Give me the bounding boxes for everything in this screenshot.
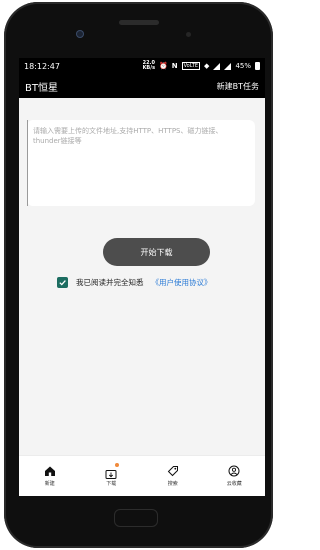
agree-text: 我已阅读并完全知悉 <box>76 278 144 287</box>
new-bt-task-button[interactable]: 新建BT任务 <box>217 81 259 92</box>
tag-icon <box>167 466 178 477</box>
tab-cloud[interactable]: 云收藏 <box>204 456 266 496</box>
tab-label: 搜索 <box>167 481 178 487</box>
screen: 18:12:47 22.0 KB/s ⏰ N VoLTE ◆ 45% BT恒星 … <box>19 58 265 496</box>
user-circle-icon <box>228 465 240 477</box>
battery-icon <box>255 62 260 70</box>
tab-label: 云收藏 <box>226 481 242 487</box>
network-speed: 22.0 KB/s <box>143 61 156 71</box>
status-icons: 22.0 KB/s ⏰ N VoLTE ◆ 45% <box>143 61 260 71</box>
status-time: 18:12:47 <box>24 61 60 71</box>
download-folder-icon <box>105 463 120 479</box>
nfc-icon: N <box>171 62 178 70</box>
earpiece <box>119 20 159 25</box>
url-input[interactable] <box>27 120 255 206</box>
agreement-row: 我已阅读并完全知悉 《用户使用协议》 <box>57 277 212 288</box>
start-download-button[interactable]: 开始下载 <box>103 238 210 266</box>
speed-unit: KB/s <box>142 65 156 71</box>
download-folder-svg <box>105 470 117 479</box>
front-camera <box>76 30 84 38</box>
agree-checkbox[interactable] <box>57 277 68 288</box>
home-button[interactable] <box>114 509 158 527</box>
tab-new[interactable]: 新建 <box>19 456 81 496</box>
bottom-tab-bar: 新建 下载 搜索 云收藏 <box>19 455 265 496</box>
wifi-icon: ◆ <box>204 62 210 70</box>
url-input-card <box>27 120 255 206</box>
phone-frame: 18:12:47 22.0 KB/s ⏰ N VoLTE ◆ 45% BT恒星 … <box>4 2 273 548</box>
check-icon <box>59 280 66 286</box>
volte-badge: VoLTE <box>181 62 201 70</box>
proximity-sensor <box>186 32 191 37</box>
home-icon <box>44 466 55 476</box>
tab-label: 新建 <box>44 481 55 487</box>
alarm-icon: ⏰ <box>159 62 168 70</box>
signal-icon <box>213 62 221 70</box>
app-bar: BT恒星 新建BT任务 <box>19 74 265 98</box>
user-agreement-link[interactable]: 《用户使用协议》 <box>152 277 212 288</box>
page-title: BT恒星 <box>25 82 58 94</box>
signal-icon-2 <box>224 62 232 70</box>
notification-dot <box>115 463 120 467</box>
tab-search[interactable]: 搜索 <box>142 456 204 496</box>
tab-download[interactable]: 下载 <box>81 456 143 496</box>
tab-label: 下载 <box>106 481 117 487</box>
battery-percent: 45% <box>235 62 251 70</box>
status-bar: 18:12:47 22.0 KB/s ⏰ N VoLTE ◆ 45% <box>19 58 265 74</box>
